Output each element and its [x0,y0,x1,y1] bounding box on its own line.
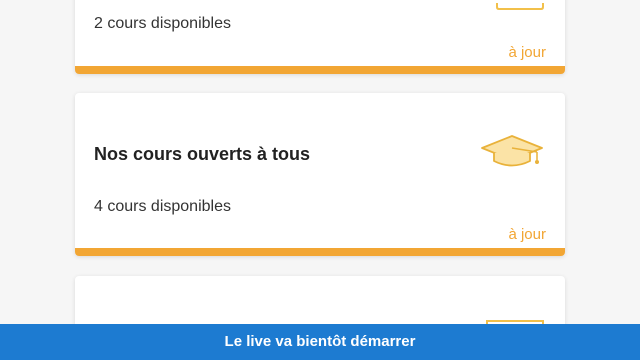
card-accent-bar [75,248,565,256]
card-title: Nos cours ouverts à tous [94,144,311,164]
folder-icon [495,0,545,16]
page: 2 cours disponibles à jour Nos cours ouv… [0,0,640,360]
card-accent-bar [75,66,565,74]
card-course-count: 4 cours disponibles [94,198,231,215]
course-card[interactable]: Nos cours ouverts à tous 4 cours disponi… [75,93,565,256]
course-card[interactable]: 2 cours disponibles à jour [75,0,565,74]
card-status: à jour [508,226,546,243]
card-course-count: 2 cours disponibles [94,15,231,32]
graduation-cap-icon [479,133,545,174]
card-status: à jour [508,44,546,61]
live-banner[interactable]: Le live va bientôt démarrer [0,324,640,360]
